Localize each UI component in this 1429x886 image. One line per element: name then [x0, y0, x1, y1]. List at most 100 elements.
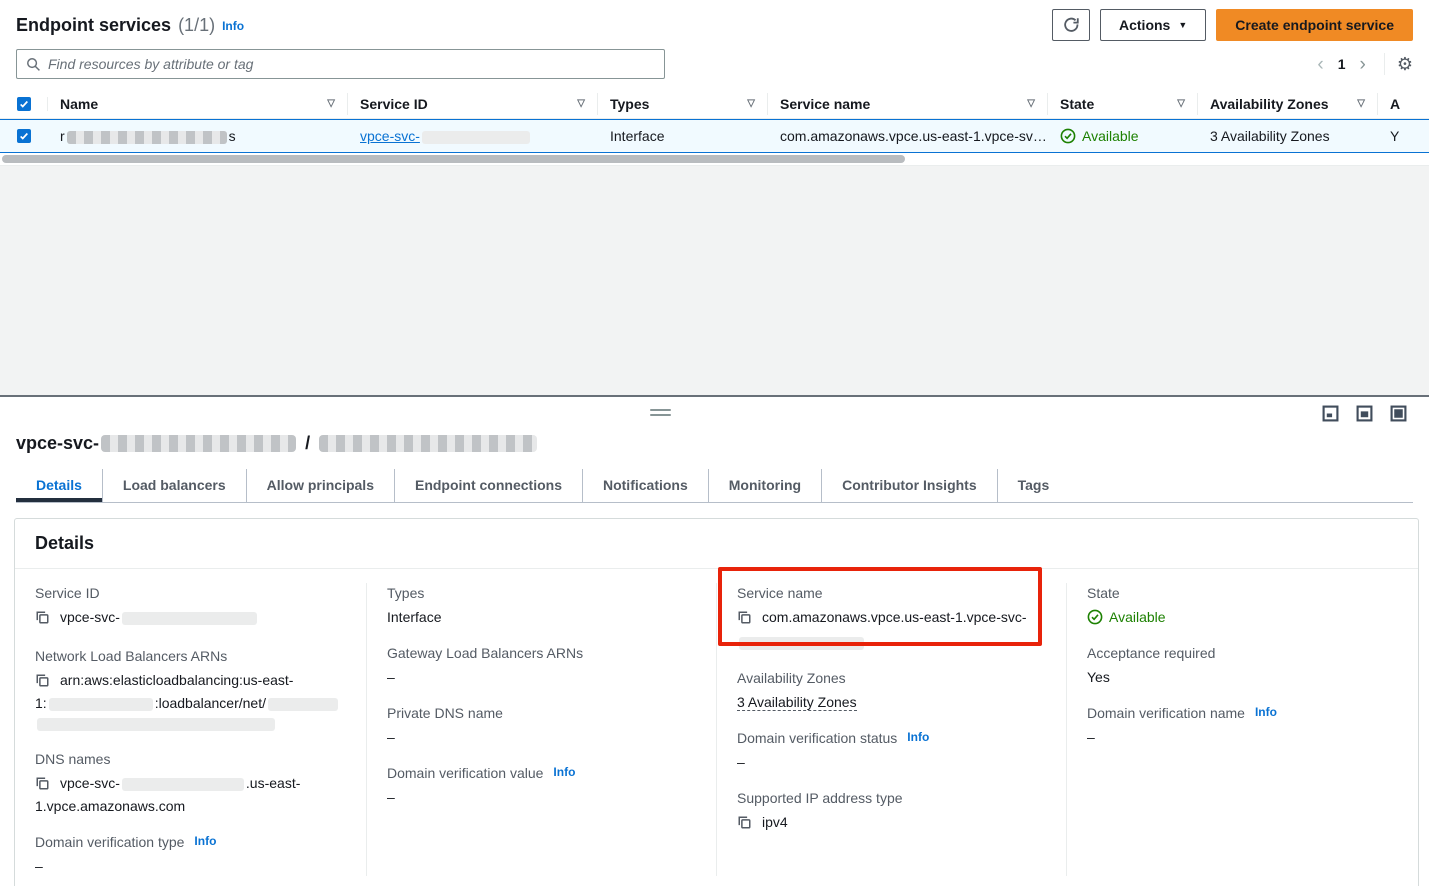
column-header-name[interactable]: Name▽ — [48, 93, 348, 115]
tab-load-balancers[interactable]: Load balancers — [102, 469, 246, 502]
cell-types: Interface — [598, 128, 768, 144]
tab-notifications[interactable]: Notifications — [582, 469, 708, 502]
info-link[interactable]: Info — [1255, 702, 1277, 722]
table-toolbar: ‹ 1 › ⚙ — [0, 47, 1429, 89]
column-header-availability-zones[interactable]: Availability Zones▽ — [1198, 93, 1378, 115]
column-header-state[interactable]: State▽ — [1048, 93, 1198, 115]
redacted-text — [67, 131, 227, 144]
cell-state: Available — [1048, 128, 1198, 144]
select-all-checkbox[interactable] — [17, 97, 31, 111]
panel-title: vpce-svc- / — [0, 397, 1429, 454]
pagination: ‹ 1 › ⚙ — [1311, 53, 1413, 75]
field-domain-verification-type: Domain verification typeInfo – — [35, 832, 346, 876]
availability-zones-popover[interactable]: 3 Availability Zones — [1210, 128, 1330, 144]
tab-details[interactable]: Details — [16, 469, 102, 502]
field-private-dns-name: Private DNS name – — [387, 703, 696, 747]
search-icon — [26, 57, 41, 72]
sort-icon: ▽ — [1177, 98, 1185, 109]
split-panel-controls — [1322, 405, 1407, 422]
horizontal-scrollbar — [0, 153, 1429, 165]
field-nlb-arns: Network Load Balancers ARNs arn:aws:elas… — [35, 646, 346, 733]
info-link[interactable]: Info — [194, 831, 216, 851]
copy-icon[interactable] — [35, 673, 50, 693]
copy-icon[interactable] — [35, 776, 50, 796]
next-page-button[interactable]: › — [1354, 55, 1372, 74]
field-dns-names: DNS names vpce-svc-.us-east- 1.vpce.amaz… — [35, 749, 346, 816]
status-badge: Available — [1082, 128, 1139, 144]
previous-page-button[interactable]: ‹ — [1311, 55, 1329, 74]
page-number: 1 — [1330, 56, 1354, 72]
cell-service-name: com.amazonaws.vpce.us-east-1.vpce-sv… — [768, 128, 1048, 144]
page-title: Endpoint services — [16, 15, 171, 36]
redacted-text — [37, 718, 275, 731]
panel-tabs: Details Load balancers Allow principals … — [16, 469, 1413, 503]
info-link[interactable]: Info — [553, 762, 575, 782]
redacted-text — [268, 698, 338, 711]
column-header-service-id[interactable]: Service ID▽ — [348, 93, 598, 115]
cell-name: rs — [48, 128, 348, 144]
details-column-3: Service name com.amazonaws.vpce.us-east-… — [717, 583, 1067, 876]
select-all-cell — [0, 97, 48, 111]
tab-allow-principals[interactable]: Allow principals — [246, 469, 394, 502]
divider — [1384, 53, 1385, 75]
tab-tags[interactable]: Tags — [997, 469, 1070, 502]
copy-icon[interactable] — [35, 610, 50, 630]
field-domain-verification-status: Domain verification statusInfo – — [737, 728, 1046, 772]
column-header-service-name[interactable]: Service name▽ — [768, 93, 1048, 115]
tab-contributor-insights[interactable]: Contributor Insights — [821, 469, 997, 502]
field-service-name: Service name com.amazonaws.vpce.us-east-… — [737, 583, 1046, 652]
sort-icon: ▽ — [1027, 98, 1035, 109]
redacted-text — [319, 435, 537, 452]
field-service-id: Service ID vpce-svc- — [35, 583, 346, 630]
sort-icon: ▽ — [577, 98, 585, 109]
tab-endpoint-connections[interactable]: Endpoint connections — [394, 469, 582, 502]
info-link[interactable]: Info — [222, 19, 244, 33]
field-acceptance-required: Acceptance required Yes — [1087, 643, 1398, 687]
chevron-down-icon: ▼ — [1178, 20, 1187, 30]
panel-size-small-button[interactable] — [1322, 405, 1339, 422]
field-state: State Available — [1087, 583, 1398, 627]
details-card-heading: Details — [15, 519, 1418, 569]
redacted-text — [122, 612, 257, 625]
refresh-button[interactable] — [1052, 9, 1090, 41]
actions-label: Actions — [1119, 17, 1170, 33]
cell-service-id: vpce-svc- — [348, 128, 598, 144]
check-circle-icon — [1060, 128, 1076, 144]
actions-button[interactable]: Actions ▼ — [1100, 9, 1206, 41]
service-id-link[interactable]: vpce-svc- — [360, 128, 532, 144]
redacted-text — [122, 778, 244, 791]
cell-availability-zones: 3 Availability Zones — [1198, 128, 1378, 144]
availability-zones-popover[interactable]: 3 Availability Zones — [737, 694, 857, 711]
search-box[interactable] — [16, 49, 665, 79]
panel-size-full-button[interactable] — [1390, 405, 1407, 422]
create-label: Create endpoint service — [1235, 17, 1394, 33]
table-header: Name▽ Service ID▽ Types▽ Service name▽ S… — [0, 89, 1429, 119]
details-card: Details Service ID vpce-svc- Network Loa… — [14, 518, 1419, 886]
tab-monitoring[interactable]: Monitoring — [708, 469, 821, 502]
search-input[interactable] — [48, 56, 655, 72]
copy-icon[interactable] — [737, 815, 752, 835]
panel-size-medium-button[interactable] — [1356, 405, 1373, 422]
column-header-types[interactable]: Types▽ — [598, 93, 768, 115]
column-header-acceptance[interactable]: A — [1378, 93, 1429, 115]
field-domain-verification-value: Domain verification valueInfo – — [387, 763, 696, 807]
horizontal-scrollbar-thumb[interactable] — [2, 155, 905, 163]
redacted-text — [422, 131, 530, 144]
table-row[interactable]: rs vpce-svc- Interface com.amazonaws.vpc… — [0, 119, 1429, 153]
row-checkbox[interactable] — [17, 129, 31, 143]
details-column-1: Service ID vpce-svc- Network Load Balanc… — [15, 583, 367, 876]
create-endpoint-service-button[interactable]: Create endpoint service — [1216, 9, 1413, 41]
info-link[interactable]: Info — [907, 727, 929, 747]
sort-icon: ▽ — [747, 98, 755, 109]
settings-gear-icon[interactable]: ⚙ — [1397, 55, 1413, 73]
refresh-icon — [1063, 17, 1080, 34]
field-types: Types Interface — [387, 583, 696, 627]
check-circle-icon — [1087, 609, 1103, 625]
sort-icon: ▽ — [327, 98, 335, 109]
sort-icon: ▽ — [1357, 98, 1365, 109]
cell-acceptance: Y — [1378, 128, 1429, 144]
resource-count: (1/1) — [178, 15, 215, 36]
split-panel-drag-handle[interactable] — [650, 409, 671, 419]
copy-icon[interactable] — [737, 610, 752, 630]
split-panel: vpce-svc- / Details Load balancers Allow… — [0, 395, 1429, 886]
